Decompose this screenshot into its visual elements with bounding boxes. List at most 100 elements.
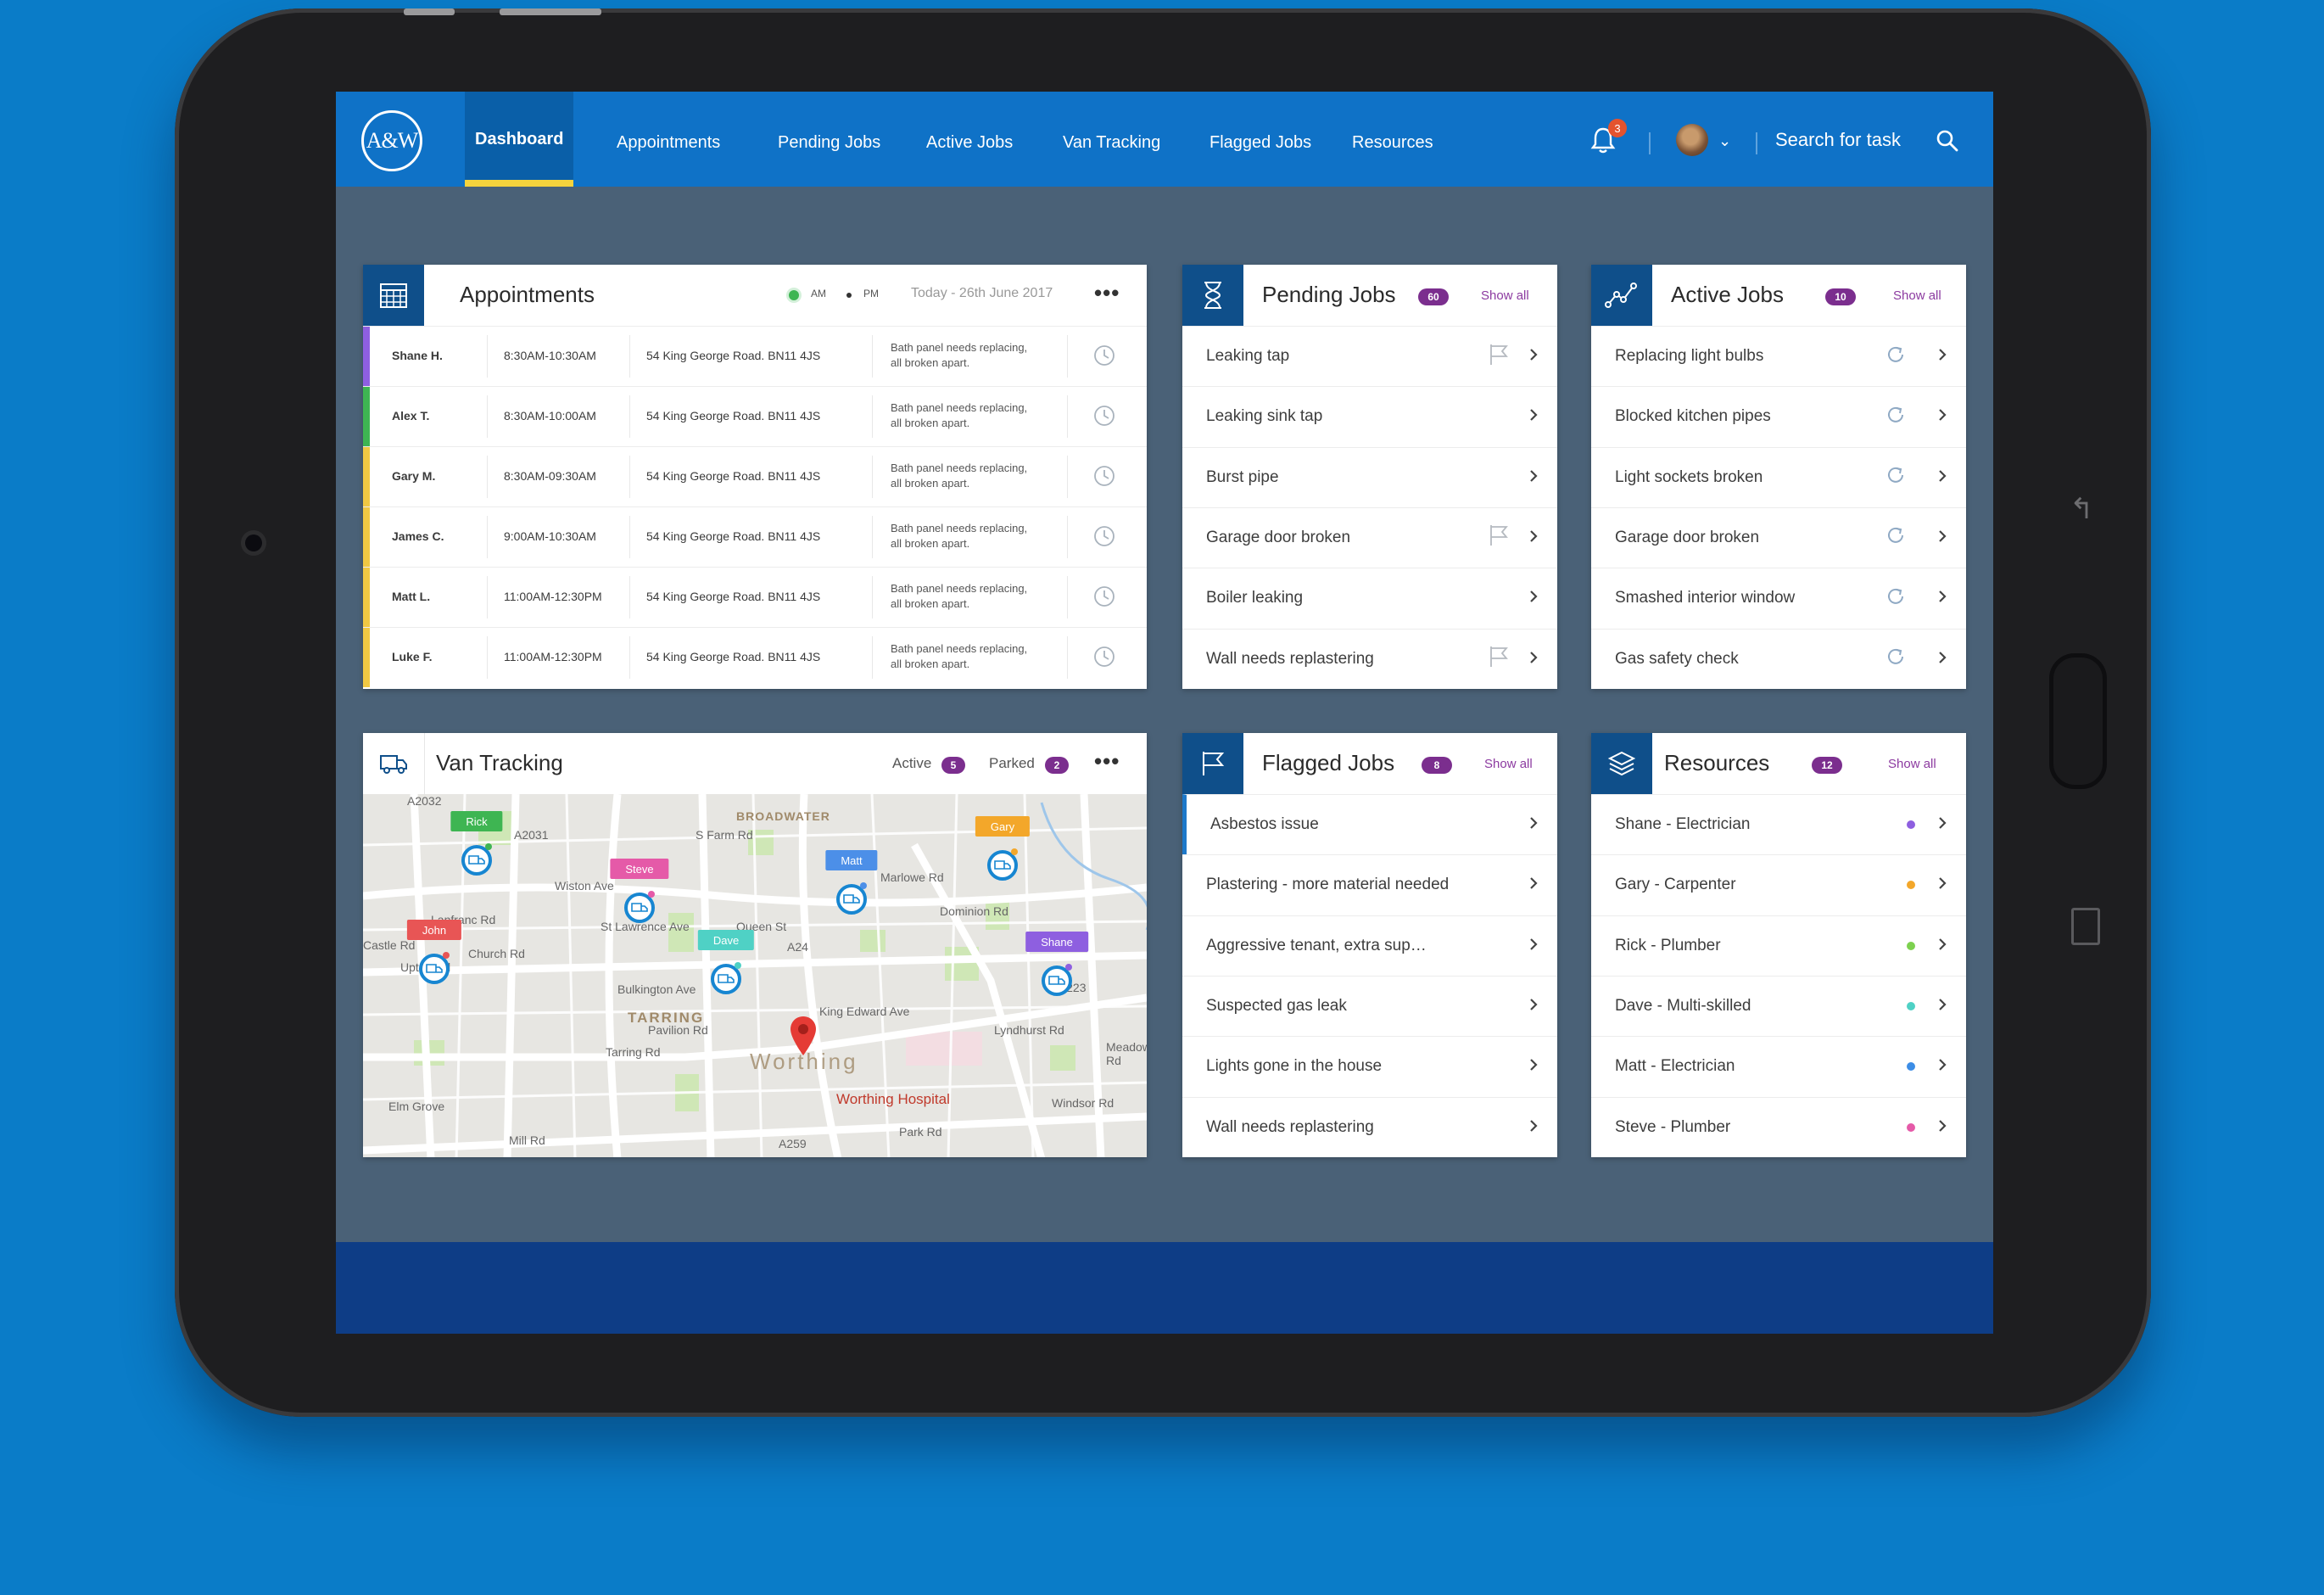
pm-label[interactable]: PM <box>863 288 879 299</box>
nav-active-jobs[interactable]: Active Jobs <box>926 92 1013 187</box>
list-item[interactable]: Dave - Multi-skilled <box>1591 975 1966 1036</box>
nav-dashboard[interactable]: Dashboard <box>465 92 574 187</box>
search-icon[interactable] <box>1936 129 1959 153</box>
chevron-right-icon[interactable] <box>1528 935 1539 957</box>
am-label[interactable]: AM <box>811 288 826 299</box>
home-button[interactable] <box>2049 653 2107 789</box>
nav-appointments[interactable]: Appointments <box>617 92 720 187</box>
list-item[interactable]: Burst pipe <box>1182 446 1557 507</box>
clock-icon[interactable] <box>1092 404 1116 430</box>
table-row[interactable]: Gary M. 8:30AM-09:30AM 54 King George Road… <box>363 446 1147 506</box>
nav-resources[interactable]: Resources <box>1352 92 1433 187</box>
chevron-right-icon[interactable] <box>1528 1055 1539 1077</box>
chevron-right-icon[interactable] <box>1937 874 1947 896</box>
chevron-right-icon[interactable] <box>1937 814 1947 836</box>
list-item[interactable]: Rick - Plumber <box>1591 915 1966 976</box>
back-icon[interactable]: ↰ <box>2070 492 2098 526</box>
chevron-right-icon[interactable] <box>1528 467 1539 489</box>
clock-icon[interactable] <box>1092 524 1116 551</box>
table-row[interactable]: Shane H. 8:30AM-10:30AM 54 King George Roa… <box>363 326 1147 386</box>
refresh-icon[interactable] <box>1885 524 1907 551</box>
show-all-link[interactable]: Show all <box>1481 288 1529 303</box>
list-item[interactable]: Gary - Carpenter <box>1591 854 1966 915</box>
logo[interactable]: A&W <box>361 110 422 171</box>
chevron-right-icon[interactable] <box>1528 874 1539 896</box>
van-label[interactable]: Shane <box>1025 932 1088 952</box>
map-pin-icon[interactable] <box>789 1015 818 1057</box>
chevron-right-icon[interactable] <box>1937 935 1947 957</box>
list-item[interactable]: Blocked kitchen pipes <box>1591 386 1966 446</box>
clock-icon[interactable] <box>1092 344 1116 370</box>
refresh-icon[interactable] <box>1885 464 1907 490</box>
van-label[interactable]: Gary <box>975 816 1031 837</box>
list-item[interactable]: Shane - Electrician <box>1591 794 1966 854</box>
nav-pending-jobs[interactable]: Pending Jobs <box>778 92 880 187</box>
search-input[interactable]: Search for task <box>1775 129 1901 151</box>
more-icon[interactable]: ••• <box>1094 748 1120 775</box>
list-item[interactable]: Boiler leaking <box>1182 568 1557 628</box>
flag-icon[interactable] <box>1488 343 1510 371</box>
chevron-right-icon[interactable] <box>1528 587 1539 609</box>
parked-label[interactable]: Parked <box>989 755 1035 772</box>
chevron-right-icon[interactable] <box>1937 467 1947 489</box>
chevron-right-icon[interactable] <box>1937 587 1947 609</box>
chevron-down-icon[interactable]: ⌄ <box>1718 132 1731 150</box>
chevron-right-icon[interactable] <box>1528 527 1539 549</box>
list-item[interactable]: Matt - Electrician <box>1591 1036 1966 1096</box>
table-row[interactable]: Matt L. 11:00AM-12:30PM 54 King George Roa… <box>363 567 1147 627</box>
more-icon[interactable]: ••• <box>1094 280 1120 306</box>
chevron-right-icon[interactable] <box>1528 345 1539 367</box>
chevron-right-icon[interactable] <box>1528 814 1539 836</box>
chevron-right-icon[interactable] <box>1528 1116 1539 1139</box>
chevron-right-icon[interactable] <box>1937 406 1947 428</box>
refresh-icon[interactable] <box>1885 404 1907 430</box>
chevron-right-icon[interactable] <box>1937 995 1947 1017</box>
nav-flagged-jobs[interactable]: Flagged Jobs <box>1209 92 1311 187</box>
van-label[interactable]: Steve <box>610 859 669 879</box>
list-item[interactable]: Replacing light bulbs <box>1591 326 1966 386</box>
list-item[interactable]: Smashed interior window <box>1591 568 1966 628</box>
table-row[interactable]: Alex T. 8:30AM-10:00AM 54 King George Road… <box>363 386 1147 446</box>
chevron-right-icon[interactable] <box>1937 345 1947 367</box>
van-label[interactable]: Dave <box>697 930 755 950</box>
chevron-right-icon[interactable] <box>1937 527 1947 549</box>
show-all-link[interactable]: Show all <box>1484 757 1533 771</box>
chevron-right-icon[interactable] <box>1937 1055 1947 1077</box>
active-label[interactable]: Active <box>892 755 931 772</box>
nav-van-tracking[interactable]: Van Tracking <box>1063 92 1160 187</box>
van-label[interactable]: John <box>406 920 462 940</box>
list-item[interactable]: Light sockets broken <box>1591 446 1966 507</box>
clock-icon[interactable] <box>1092 585 1116 611</box>
flag-icon[interactable] <box>1488 523 1510 551</box>
chevron-right-icon[interactable] <box>1937 648 1947 670</box>
list-item[interactable]: Wall needs replastering <box>1182 628 1557 689</box>
list-item[interactable]: Steve - Plumber <box>1591 1096 1966 1157</box>
show-all-link[interactable]: Show all <box>1888 757 1936 771</box>
chevron-right-icon[interactable] <box>1937 1116 1947 1139</box>
list-item[interactable]: Gas safety check <box>1591 628 1966 689</box>
list-item[interactable]: Aggressive tenant, extra sup… <box>1182 915 1557 976</box>
list-item[interactable]: Garage door broken <box>1591 506 1966 568</box>
list-item[interactable]: Wall needs replastering <box>1182 1096 1557 1157</box>
list-item[interactable]: Garage door broken <box>1182 506 1557 568</box>
chevron-right-icon[interactable] <box>1528 648 1539 670</box>
refresh-icon[interactable] <box>1885 344 1907 370</box>
clock-icon[interactable] <box>1092 464 1116 490</box>
recent-apps-icon[interactable] <box>2071 908 2100 945</box>
list-item[interactable]: Leaking tap <box>1182 326 1557 386</box>
chevron-right-icon[interactable] <box>1528 995 1539 1017</box>
table-row[interactable]: James C. 9:00AM-10:30AM 54 King George Roa… <box>363 506 1147 567</box>
list-item[interactable]: Leaking sink tap <box>1182 386 1557 446</box>
table-row[interactable]: Luke F. 11:00AM-12:30PM 54 King George Roa… <box>363 627 1147 687</box>
van-map[interactable]: BROADWATER TARRING Worthing Worthing Hos… <box>363 794 1147 1157</box>
van-label[interactable]: Rick <box>450 811 503 831</box>
refresh-icon[interactable] <box>1885 646 1907 672</box>
list-item[interactable]: Suspected gas leak <box>1182 975 1557 1036</box>
list-item[interactable]: Plastering - more material needed <box>1182 854 1557 915</box>
refresh-icon[interactable] <box>1885 585 1907 612</box>
flag-icon[interactable] <box>1488 645 1510 673</box>
list-item[interactable]: Lights gone in the house <box>1182 1036 1557 1096</box>
chevron-right-icon[interactable] <box>1528 406 1539 428</box>
list-item[interactable]: Asbestos issue <box>1182 794 1557 854</box>
show-all-link[interactable]: Show all <box>1893 288 1941 303</box>
